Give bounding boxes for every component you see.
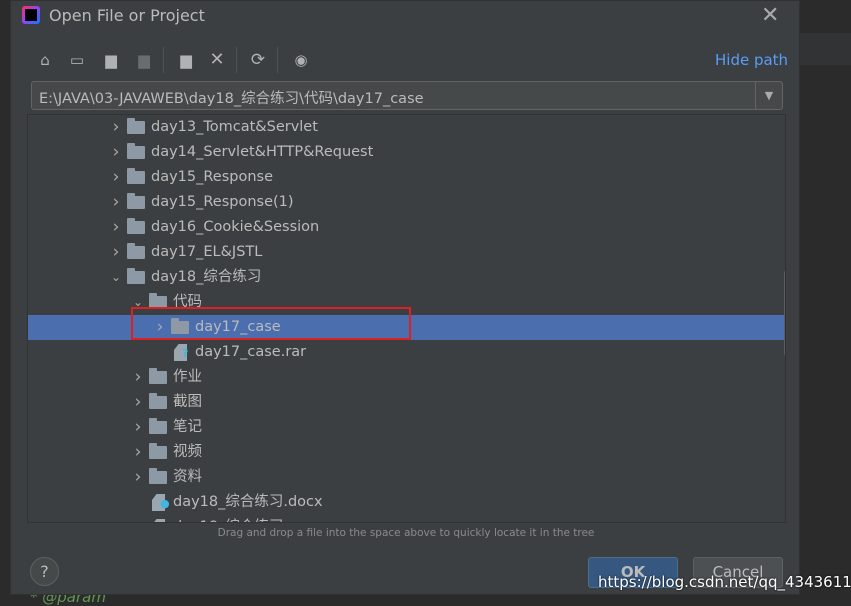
watermark: https://blog.csdn.net/qq_43436117 — [598, 573, 851, 591]
folder-icon — [149, 393, 167, 409]
tree-scrollbar[interactable] — [784, 269, 785, 357]
chevron-right-icon[interactable]: › — [132, 390, 144, 415]
tree-item-label: day15_Response(1) — [151, 194, 294, 210]
folder-icon — [127, 218, 145, 234]
new-folder-icon[interactable]: ▆ — [175, 49, 197, 71]
drag-drop-hint: Drag and drop a file into the space abov… — [217, 527, 595, 539]
tree-item-label: day16_Cookie&Session — [151, 219, 320, 235]
toolbar-divider — [277, 47, 278, 73]
delete-icon[interactable]: ✕ — [206, 49, 228, 71]
folder-icon — [127, 168, 145, 184]
folder-icon — [149, 418, 167, 434]
tree-item[interactable]: › 资料 — [28, 465, 785, 490]
chevron-right-icon[interactable]: › — [110, 165, 122, 190]
background-editor-strip — [800, 33, 851, 65]
tree-item[interactable]: › day17_EL&JSTL — [28, 240, 785, 265]
tree-item-label: day15_Response — [151, 169, 274, 185]
tree-item[interactable]: › day16_Cookie&Session — [28, 215, 785, 240]
tree-item-label: 视频 — [173, 444, 202, 460]
folder-icon — [149, 468, 167, 484]
dropdown-arrow-icon[interactable]: ▼ — [755, 82, 782, 109]
chevron-right-icon[interactable]: › — [110, 240, 122, 265]
folder-icon — [127, 118, 145, 134]
file-badge-icon: ? — [182, 347, 189, 360]
path-combobox[interactable]: E:\JAVA\03-JAVAWEB\day18_综合练习\代码\day17_c… — [31, 81, 783, 110]
tree-item[interactable]: › 作业 — [28, 365, 785, 390]
tree-item[interactable]: › day15_Response(1) — [28, 190, 785, 215]
home-icon[interactable]: ⌂ — [34, 49, 56, 71]
chevron-right-icon[interactable]: › — [110, 190, 122, 215]
file-badge-icon: ● — [160, 521, 170, 522]
tree-item[interactable]: ⌄ day18_综合练习 — [28, 265, 785, 290]
highlight-annotation-box — [131, 307, 411, 340]
tree-item[interactable]: › 笔记 — [28, 415, 785, 440]
chevron-right-icon[interactable]: › — [132, 365, 144, 390]
tree-item-label: 作业 — [173, 369, 202, 385]
tree-item-label: 截图 — [173, 394, 202, 410]
hide-path-link[interactable]: Hide path — [715, 51, 788, 69]
tree-item[interactable]: ●day18_综合练习 — [28, 515, 785, 522]
chevron-right-icon[interactable]: › — [132, 415, 144, 440]
tree-item-label: 笔记 — [173, 419, 202, 435]
tree-item[interactable]: › 视频 — [28, 440, 785, 465]
folder-icon — [149, 368, 167, 384]
tree-item[interactable]: › 截图 — [28, 390, 785, 415]
file-badge-icon: ● — [160, 497, 170, 510]
help-button[interactable]: ? — [30, 557, 59, 586]
toolbar-divider — [236, 47, 237, 73]
desktop-icon[interactable]: ▭ — [66, 49, 88, 71]
show-hidden-icon[interactable]: ◉ — [290, 49, 312, 71]
chevron-right-icon[interactable]: › — [110, 215, 122, 240]
chevron-right-icon[interactable]: › — [110, 140, 122, 165]
folder-icon — [127, 243, 145, 259]
folder-icon — [127, 193, 145, 209]
module-folder-icon[interactable]: ▆ — [133, 49, 155, 71]
path-input[interactable]: E:\JAVA\03-JAVAWEB\day18_综合练习\代码\day17_c… — [39, 87, 424, 108]
tree-item[interactable]: ● day18_综合练习.docx — [28, 490, 785, 515]
tree-item-label: day18_综合练习 — [151, 269, 262, 285]
chevron-down-icon[interactable]: ⌄ — [110, 265, 122, 290]
chevron-right-icon[interactable]: › — [132, 465, 144, 490]
intellij-logo-icon — [22, 6, 40, 24]
folder-icon — [127, 268, 145, 284]
close-icon[interactable]: ✕ — [761, 3, 779, 28]
tree-item[interactable]: › day15_Response — [28, 165, 785, 190]
chevron-right-icon[interactable]: › — [110, 115, 122, 140]
toolbar-divider — [163, 47, 164, 73]
tree-item[interactable]: › day14_Servlet&HTTP&Request — [28, 140, 785, 165]
tree-item[interactable]: ? day17_case.rar — [28, 340, 785, 365]
tree-item-label: day17_case.rar — [195, 344, 307, 360]
tree-item-label: day17_EL&JSTL — [151, 244, 263, 260]
tree-item-label: day18_综合练习.docx — [173, 494, 323, 510]
tree-item-label: day13_Tomcat&Servlet — [151, 119, 318, 135]
folder-icon — [149, 443, 167, 459]
project-folder-icon[interactable]: ▆ — [100, 49, 122, 71]
chevron-right-icon[interactable]: › — [132, 440, 144, 465]
tree-item[interactable]: › day13_Tomcat&Servlet — [28, 115, 785, 140]
open-file-dialog: Open File or Project ✕ ⌂ ▭ ▆ ▆ ▆ ✕ ⟳ ◉ H… — [10, 0, 800, 595]
tree-item-label: day14_Servlet&HTTP&Request — [151, 144, 374, 160]
tree-item-label: 资料 — [173, 469, 202, 485]
tree-item-label: day18_综合练习 — [173, 515, 283, 522]
folder-icon — [127, 143, 145, 159]
refresh-icon[interactable]: ⟳ — [247, 49, 269, 71]
dialog-title: Open File or Project — [49, 6, 205, 25]
